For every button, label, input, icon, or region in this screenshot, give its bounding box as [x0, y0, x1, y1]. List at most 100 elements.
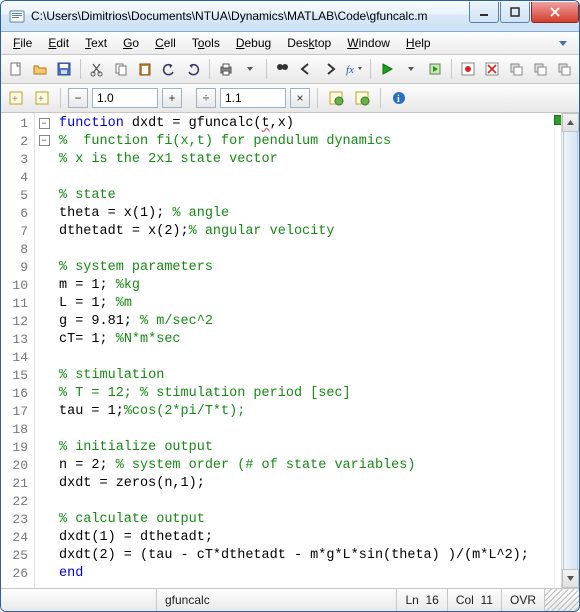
cell-publish-icon[interactable]: [325, 87, 347, 109]
print-dropdown-icon[interactable]: [239, 58, 261, 80]
print-icon[interactable]: [215, 58, 237, 80]
code-line[interactable]: [59, 169, 554, 187]
window-buttons: [468, 2, 579, 22]
status-function: gfuncalc: [156, 589, 396, 611]
menu-window[interactable]: Window: [339, 34, 398, 52]
scroll-thumb[interactable]: [563, 131, 578, 588]
open-file-icon[interactable]: [29, 58, 51, 80]
menu-cell[interactable]: Cell: [147, 34, 184, 52]
cell-eval-icon[interactable]: +: [5, 87, 27, 109]
status-line: Ln 16: [396, 589, 446, 611]
menu-edit[interactable]: Edit: [40, 34, 77, 52]
titlebar[interactable]: C:\Users\Dimitrios\Documents\NTUA\Dynami…: [1, 1, 579, 32]
breakpoint-clear-icon[interactable]: [481, 58, 503, 80]
fold-box-icon[interactable]: −: [39, 118, 50, 129]
code-line[interactable]: % function fi(x,t) for pendulum dynamics: [59, 133, 554, 151]
svg-text:+: +: [12, 94, 18, 105]
minimize-button[interactable]: [469, 2, 499, 23]
code-line[interactable]: tau = 1;%cos(2*pi/T*t);: [59, 403, 554, 421]
code-line[interactable]: % system parameters: [59, 259, 554, 277]
vertical-scrollbar[interactable]: [561, 113, 579, 588]
save-icon[interactable]: [53, 58, 75, 80]
code-line[interactable]: [59, 493, 554, 511]
stack-icon-2[interactable]: [529, 58, 551, 80]
code-area[interactable]: function dxdt = gfuncalc(t,x)% function …: [53, 113, 554, 588]
code-line[interactable]: dxdt = zeros(n,1);: [59, 475, 554, 493]
menu-aux-icon[interactable]: [553, 32, 575, 54]
svg-text:fx: fx: [346, 64, 354, 76]
code-line[interactable]: [59, 349, 554, 367]
close-button[interactable]: [531, 2, 579, 23]
nav-forward-icon[interactable]: [319, 58, 341, 80]
code-line[interactable]: % calculate output: [59, 511, 554, 529]
menu-debug[interactable]: Debug: [228, 34, 279, 52]
menu-tools[interactable]: Tools: [184, 34, 228, 52]
svg-text:+: +: [38, 94, 44, 105]
code-line[interactable]: % x is the 2x1 state vector: [59, 151, 554, 169]
fx-icon[interactable]: fx: [343, 58, 365, 80]
fold-box-icon[interactable]: −: [39, 135, 50, 146]
cell-eval-advance-icon[interactable]: +: [31, 87, 53, 109]
toolbar-main: fx: [1, 55, 579, 84]
menu-text[interactable]: Text: [77, 34, 115, 52]
toolbar-cell: + + − 1.0 + ÷ 1.1 × i: [1, 84, 579, 113]
run-icon[interactable]: [376, 58, 398, 80]
code-line[interactable]: m = 1; %kg: [59, 277, 554, 295]
info-icon[interactable]: i: [388, 87, 410, 109]
code-line[interactable]: function dxdt = gfuncalc(t,x): [59, 115, 554, 133]
code-line[interactable]: [59, 241, 554, 259]
run-advance-icon[interactable]: [424, 58, 446, 80]
code-line[interactable]: dthetadt = x(2);% angular velocity: [59, 223, 554, 241]
code-line[interactable]: % state: [59, 187, 554, 205]
editor-area: 1234567891011121314151617181920212223242…: [1, 113, 579, 588]
multiply-button[interactable]: ×: [290, 88, 310, 108]
copy-icon[interactable]: [110, 58, 132, 80]
code-line[interactable]: L = 1; %m: [59, 295, 554, 313]
cell-publish2-icon[interactable]: [351, 87, 373, 109]
code-line[interactable]: dxdt(2) = (tau - cT*dthetadt - m*g*L*sin…: [59, 547, 554, 565]
code-line[interactable]: n = 2; % system order (# of state variab…: [59, 457, 554, 475]
statusbar: gfuncalc Ln 16 Col 11 OVR: [1, 588, 579, 611]
undo-icon[interactable]: [158, 58, 180, 80]
code-line[interactable]: g = 9.81; % m/sec^2: [59, 313, 554, 331]
nav-back-icon[interactable]: [295, 58, 317, 80]
menu-go[interactable]: Go: [115, 34, 147, 52]
menu-desktop[interactable]: Desktop: [279, 34, 339, 52]
menu-help[interactable]: Help: [398, 34, 439, 52]
maximize-button[interactable]: [500, 2, 530, 23]
divide-button[interactable]: ÷: [196, 88, 216, 108]
paste-icon[interactable]: [134, 58, 156, 80]
line-number-gutter[interactable]: 1234567891011121314151617181920212223242…: [1, 113, 35, 588]
run-dropdown-icon[interactable]: [400, 58, 422, 80]
status-col: Col 11: [447, 589, 501, 611]
code-line[interactable]: % initialize output: [59, 439, 554, 457]
menu-file[interactable]: File: [5, 34, 40, 52]
scroll-down-icon[interactable]: [562, 569, 579, 588]
mult-field[interactable]: 1.1: [220, 88, 286, 108]
cut-icon[interactable]: [86, 58, 108, 80]
code-line[interactable]: % stimulation: [59, 367, 554, 385]
code-line[interactable]: end: [59, 565, 554, 583]
resize-grip-icon[interactable]: [544, 589, 579, 611]
step-field[interactable]: 1.0: [92, 88, 158, 108]
stack-icon-1[interactable]: [505, 58, 527, 80]
new-file-icon[interactable]: [5, 58, 27, 80]
increment-button[interactable]: +: [162, 88, 182, 108]
code-line[interactable]: dxdt(1) = dthetadt;: [59, 529, 554, 547]
code-line[interactable]: % T = 12; % stimulation period [sec]: [59, 385, 554, 403]
breakpoint-set-icon[interactable]: [457, 58, 479, 80]
stack-icon-3[interactable]: [553, 58, 575, 80]
svg-text:i: i: [397, 94, 400, 105]
decrement-button[interactable]: −: [68, 88, 88, 108]
code-line[interactable]: theta = x(1); % angle: [59, 205, 554, 223]
code-line[interactable]: cT= 1; %N*m*sec: [59, 331, 554, 349]
menubar: File Edit Text Go Cell Tools Debug Deskt…: [1, 32, 579, 55]
scroll-up-icon[interactable]: [562, 113, 579, 132]
message-bar[interactable]: [554, 113, 561, 588]
find-icon[interactable]: [272, 58, 294, 80]
status-mode[interactable]: OVR: [501, 589, 544, 611]
editor-window: C:\Users\Dimitrios\Documents\NTUA\Dynami…: [0, 0, 580, 612]
fold-column[interactable]: − −: [35, 113, 53, 588]
code-line[interactable]: [59, 421, 554, 439]
redo-icon[interactable]: [182, 58, 204, 80]
